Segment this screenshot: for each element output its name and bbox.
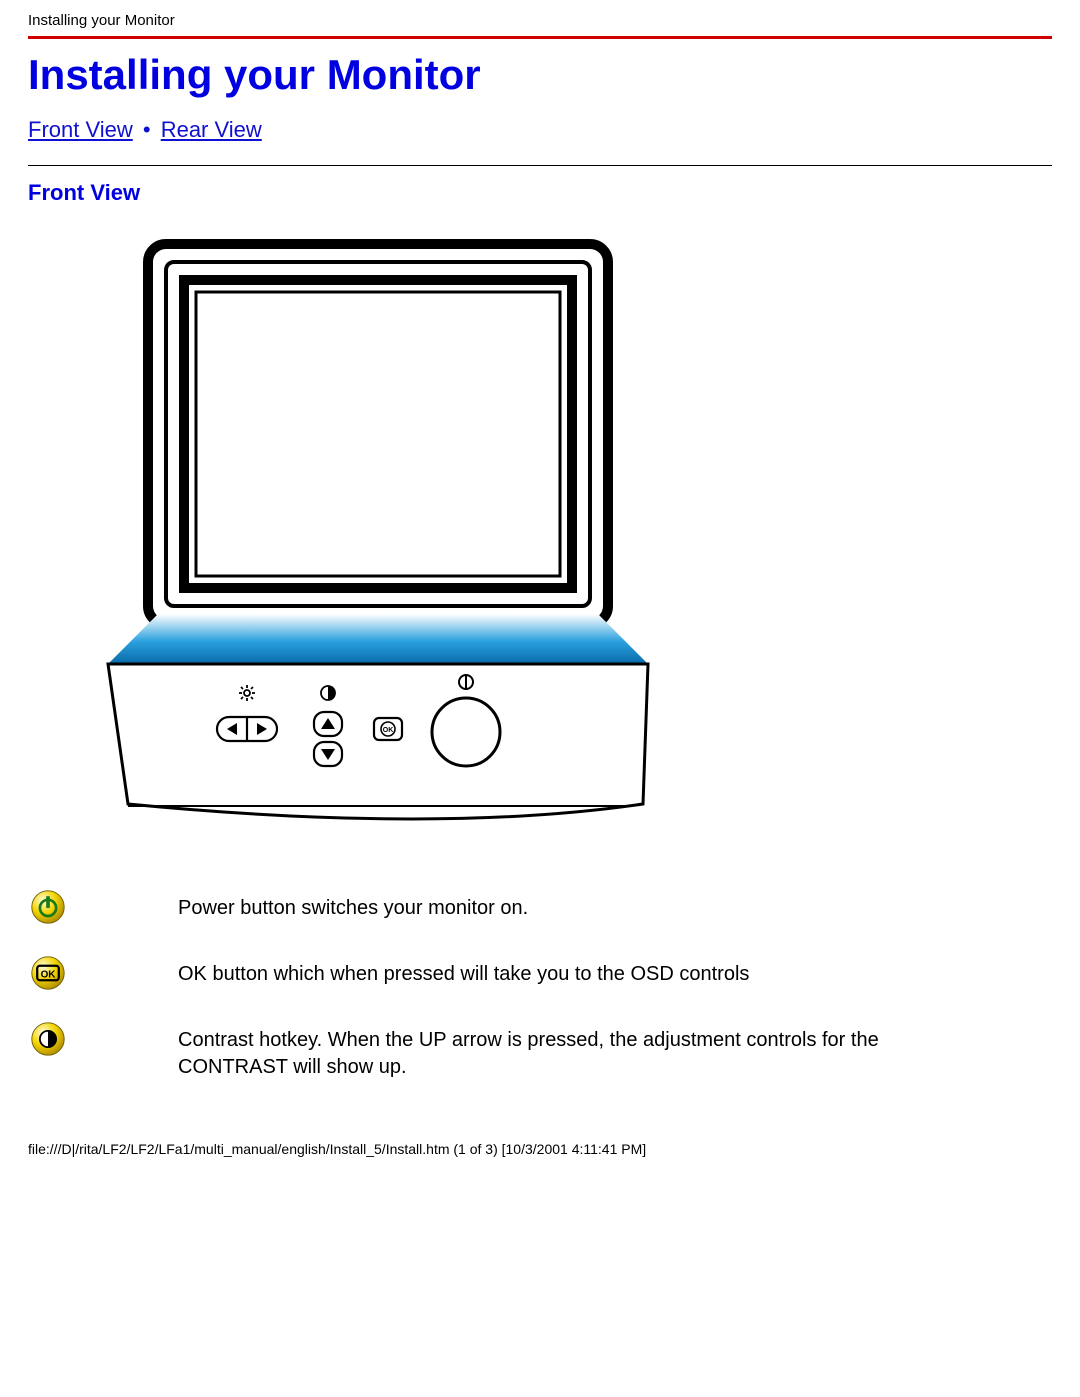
ok-icon: OK	[28, 955, 68, 991]
link-front-view[interactable]: Front View	[28, 117, 133, 142]
legend-text-power: Power button switches your monitor on.	[178, 889, 918, 922]
monitor-diagram: OK	[88, 234, 1052, 859]
legend-row-contrast: Contrast hotkey. When the UP arrow is pr…	[28, 1021, 1052, 1081]
legend-text-contrast: Contrast hotkey. When the UP arrow is pr…	[178, 1021, 918, 1081]
link-rear-view[interactable]: Rear View	[161, 117, 262, 142]
svg-text:OK: OK	[383, 727, 394, 734]
legend-row-power: Power button switches your monitor on.	[28, 889, 1052, 925]
header-rule	[28, 36, 1052, 39]
breadcrumb: Installing your Monitor	[28, 12, 1052, 32]
legend-row-ok: OK OK button which when pressed will tak…	[28, 955, 1052, 991]
section-heading-front: Front View	[28, 180, 1052, 206]
legend: Power button switches your monitor on. O…	[28, 889, 1052, 1081]
page-title: Installing your Monitor	[28, 51, 1052, 99]
section-rule	[28, 165, 1052, 166]
section-nav: Front View • Rear View	[28, 117, 1052, 143]
contrast-icon	[28, 1021, 68, 1057]
legend-text-ok: OK button which when pressed will take y…	[178, 955, 918, 988]
power-icon	[28, 889, 68, 925]
nav-separator: •	[139, 117, 155, 142]
svg-text:OK: OK	[41, 970, 57, 981]
footer-path: file:///D|/rita/LF2/LF2/LFa1/multi_manua…	[28, 1141, 1052, 1157]
